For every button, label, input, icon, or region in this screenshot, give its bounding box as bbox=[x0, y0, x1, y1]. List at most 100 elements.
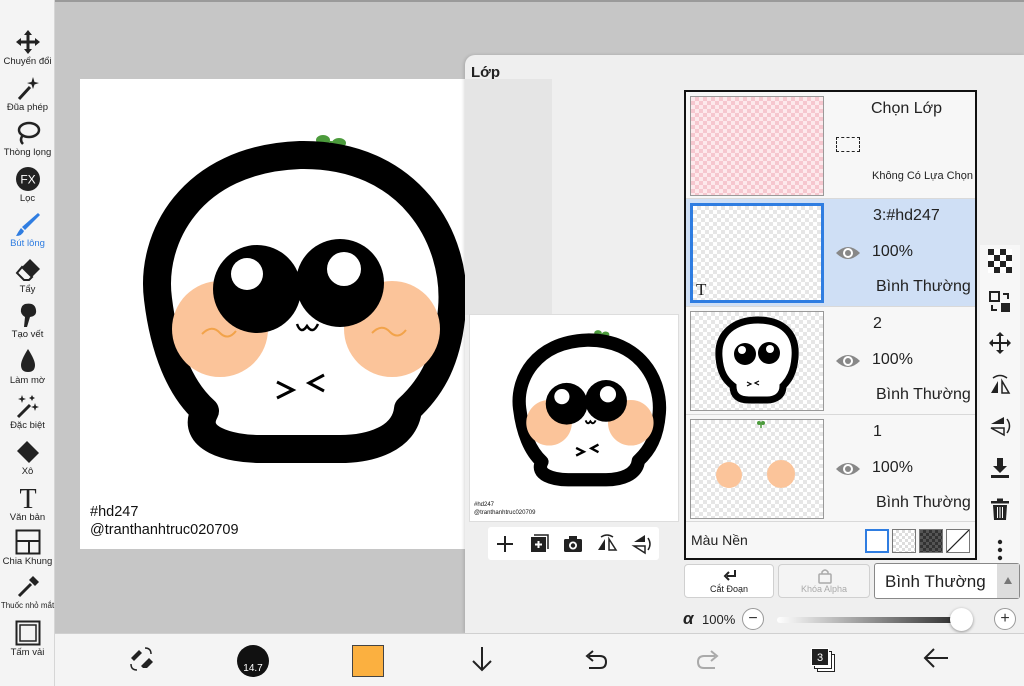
opacity-slider-track[interactable] bbox=[777, 617, 967, 623]
clipping-button[interactable]: Cắt Đoạn bbox=[684, 564, 774, 598]
drawing-canvas[interactable]: #hd247 @tranthanhtruc020709 bbox=[80, 79, 465, 549]
undo-button[interactable] bbox=[581, 644, 609, 678]
layer-move-button[interactable] bbox=[988, 331, 1012, 355]
layer-3-thumbnail: T bbox=[690, 203, 824, 303]
more-options-button[interactable] bbox=[988, 538, 1012, 562]
checkerboard-icon bbox=[988, 249, 1012, 273]
eye-icon[interactable] bbox=[835, 244, 861, 262]
selection-layer-title: Chọn Lớp bbox=[871, 100, 942, 117]
tool-lasso[interactable]: Thòng lọng bbox=[0, 120, 55, 158]
opacity-increase-button[interactable]: + bbox=[994, 608, 1016, 630]
layer-flip-vertical-button[interactable] bbox=[988, 414, 1012, 438]
quick-tool-switch-button[interactable] bbox=[127, 644, 155, 678]
tool-frame-divider[interactable]: Chia Khung bbox=[0, 529, 55, 567]
tool-eraser[interactable]: Tẩy bbox=[0, 257, 55, 295]
bg-transparent-light-swatch[interactable] bbox=[892, 529, 916, 553]
layer-opacity: 100% bbox=[872, 351, 913, 368]
special-sparkle-icon bbox=[16, 395, 39, 419]
undo-icon bbox=[585, 650, 608, 669]
opacity-decrease-button[interactable]: − bbox=[742, 608, 764, 630]
tool-special[interactable]: Đặc biệt bbox=[0, 393, 55, 431]
layer-down-button[interactable] bbox=[469, 644, 495, 678]
canvas-preview[interactable]: #hd247 @tranthanhtruc020709 bbox=[469, 314, 679, 522]
layer-1-artwork bbox=[716, 421, 795, 488]
eye-icon[interactable] bbox=[835, 460, 861, 478]
tool-transform[interactable]: Chuyển đổi bbox=[0, 29, 55, 67]
tool-bucket[interactable]: Xô bbox=[0, 439, 55, 477]
tool-label: Chuyển đổi bbox=[3, 56, 52, 67]
flip-horizontal-button[interactable] bbox=[596, 533, 618, 555]
layer-name: 2 bbox=[873, 315, 882, 332]
layer-flip-horizontal-button[interactable] bbox=[988, 373, 1012, 397]
tool-label: Xô bbox=[21, 466, 34, 477]
layer-row-3[interactable]: T 3:#hd247 100% Bình Thường bbox=[686, 199, 975, 307]
flip-vertical-button[interactable] bbox=[630, 533, 652, 555]
tool-magic-wand[interactable]: Đũa phép bbox=[0, 75, 55, 113]
bucket-icon bbox=[16, 441, 39, 463]
tool-canvas[interactable]: Tấm vải bbox=[0, 620, 55, 658]
tool-label: Bút lông bbox=[10, 238, 45, 249]
blend-mode-select[interactable]: Bình Thường bbox=[874, 563, 1020, 599]
brush-size-button[interactable]: 14.7 bbox=[237, 645, 269, 677]
tool-blur[interactable]: Làm mờ bbox=[0, 348, 55, 386]
eraser-icon bbox=[15, 259, 40, 281]
alpha-lock-button[interactable]: Khóa Alpha bbox=[778, 564, 870, 598]
arrow-left-icon bbox=[923, 648, 948, 668]
tool-brush[interactable]: Bút lông bbox=[0, 211, 55, 249]
layer-name: 1 bbox=[873, 423, 882, 440]
clipping-label: Cắt Đoạn bbox=[709, 584, 749, 594]
clipping-arrow-icon bbox=[723, 570, 736, 581]
current-color-swatch[interactable] bbox=[352, 645, 384, 677]
watermark-hashtag: #hd247 bbox=[90, 504, 139, 520]
eyedropper-icon bbox=[17, 576, 39, 598]
add-special-layer-button[interactable] bbox=[528, 533, 550, 555]
tool-eyedropper[interactable]: Thuốc nhỏ mắt bbox=[0, 574, 55, 610]
tool-text[interactable]: T Văn bản bbox=[0, 483, 55, 523]
svg-text:T: T bbox=[19, 484, 36, 511]
move-arrows-icon bbox=[15, 30, 40, 54]
camera-layer-button[interactable] bbox=[562, 533, 584, 555]
alpha-lock-label: Khóa Alpha bbox=[800, 584, 848, 594]
svg-text:FX: FX bbox=[20, 173, 35, 187]
background-color-label: Màu Nền bbox=[691, 532, 748, 548]
delete-layer-button[interactable] bbox=[988, 497, 1012, 521]
bg-transparent-dark-swatch[interactable] bbox=[919, 529, 943, 553]
preview-artwork bbox=[512, 330, 667, 487]
layers-button[interactable]: 3 bbox=[811, 648, 835, 672]
layer-name: 3:#hd247 bbox=[873, 207, 940, 224]
layer-1-thumbnail bbox=[690, 419, 824, 519]
trash-icon bbox=[991, 498, 1009, 520]
layer-2-thumbnail bbox=[690, 311, 824, 411]
tool-label: Làm mờ bbox=[9, 375, 46, 386]
layer-2-artwork bbox=[715, 316, 799, 404]
tool-label: Chia Khung bbox=[2, 556, 53, 567]
flip-vertical-icon bbox=[631, 535, 651, 555]
plus-icon bbox=[497, 536, 513, 552]
layer-row-1[interactable]: 1 100% Bình Thường bbox=[686, 415, 975, 522]
tool-label: Đặc biệt bbox=[10, 420, 45, 431]
preview-background bbox=[465, 79, 552, 315]
merge-down-button[interactable] bbox=[988, 456, 1012, 480]
background-color-row: Màu Nền bbox=[686, 522, 975, 558]
opacity-control: α 100% − + bbox=[683, 608, 1023, 632]
layer-blend-mode: Bình Thường bbox=[876, 386, 971, 403]
eye-icon[interactable] bbox=[835, 352, 861, 370]
merge-down-icon bbox=[991, 458, 1009, 478]
back-button[interactable] bbox=[921, 644, 951, 678]
redo-button[interactable] bbox=[695, 644, 723, 678]
layer-row-2[interactable]: 2 100% Bình Thường bbox=[686, 307, 975, 415]
add-square-icon bbox=[531, 534, 549, 552]
selection-layer-status: Không Có Lựa Chọn bbox=[872, 170, 973, 182]
tool-filter[interactable]: FX Lọc bbox=[0, 166, 55, 204]
tool-label: Lọc bbox=[19, 193, 36, 204]
add-layer-button[interactable] bbox=[494, 533, 516, 555]
layer-transform-button[interactable] bbox=[988, 290, 1012, 314]
preview-watermark-handle: @tranthanhtruc020709 bbox=[474, 510, 536, 516]
opacity-slider-knob[interactable] bbox=[949, 608, 973, 631]
bg-none-swatch[interactable] bbox=[946, 529, 970, 553]
bg-white-swatch[interactable] bbox=[865, 529, 889, 553]
tool-smudge[interactable]: Tạo vết bbox=[0, 302, 55, 340]
layer-blend-mode: Bình Thường bbox=[876, 278, 971, 295]
selection-layer-row[interactable]: Chọn Lớp Không Có Lựa Chọn bbox=[686, 92, 975, 199]
checker-layer-button[interactable] bbox=[988, 249, 1012, 273]
